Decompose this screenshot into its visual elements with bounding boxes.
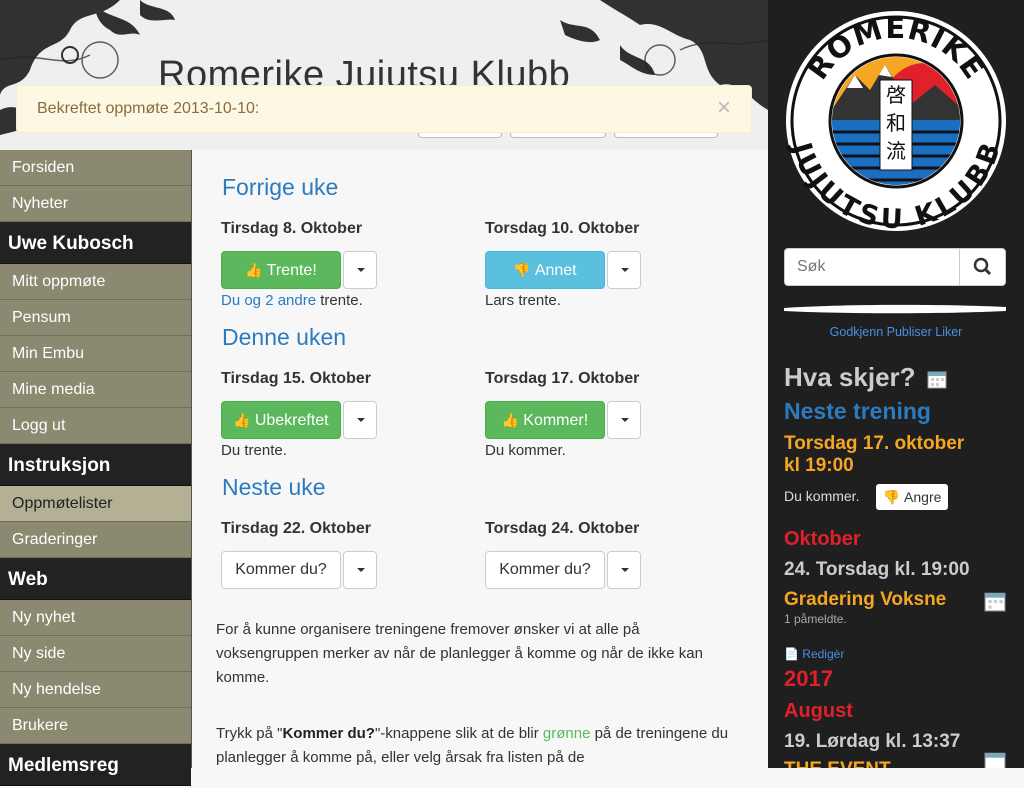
text-bold: Kommer du? — [282, 725, 375, 742]
info-paragraph: Trykk på "Kommer du?"-knappene slik at d… — [216, 722, 746, 770]
dropdown-toggle[interactable] — [607, 551, 641, 589]
calendar-icon[interactable] — [984, 750, 1006, 768]
confirmation-alert: Bekreftet oppmøte 2013-10-10: × — [16, 85, 752, 133]
attendance-button[interactable]: Kommer du? — [485, 551, 605, 589]
club-logo[interactable]: 啓 和 流 ROMERIKE JUJUTSU KLUBB — [785, 10, 1007, 232]
dropdown-toggle[interactable] — [343, 551, 377, 589]
text-green: grønne — [542, 725, 591, 742]
sidebar-item-logg-ut[interactable]: Logg ut — [0, 408, 191, 444]
event-date: 19. Lørdag kl. 13:37 — [784, 731, 961, 752]
info-paragraph: For å kunne organisere treningene fremov… — [216, 621, 703, 686]
dropdown-toggle[interactable] — [607, 251, 641, 289]
sidebar-item-mitt-oppmote[interactable]: Mitt oppmøte — [0, 264, 191, 300]
logo-kanji: 啓 — [886, 83, 906, 107]
button-label: Trente! — [266, 262, 317, 279]
sidebar-item-forsiden[interactable]: Forsiden — [0, 150, 191, 186]
event-date: 24. Torsdag kl. 19:00 — [784, 559, 970, 580]
sidebar-item-ny-side[interactable]: Ny side — [0, 636, 191, 672]
attendees-link[interactable]: Du og 2 andre — [221, 292, 316, 309]
week-title: Forrige uke — [222, 174, 339, 200]
attendance-note: Du og 2 andre trente. — [221, 292, 363, 309]
attendance-note: Du kommer. — [485, 442, 566, 459]
calendar-icon[interactable] — [984, 590, 1006, 612]
sidebar-heading-web: Web — [0, 558, 191, 600]
day-label: Tirsdag 8. Oktober — [221, 220, 363, 237]
attendance-button[interactable]: 👍 Trente! — [221, 251, 341, 289]
alert-text: Bekreftet oppmøte 2013-10-10: — [37, 100, 260, 117]
sidebar-item-brukere[interactable]: Brukere — [0, 708, 191, 744]
sidebar-item-ny-nyhet[interactable]: Ny nyhet — [0, 600, 191, 636]
facebook-links[interactable]: Godkjenn Publiser Liker — [768, 325, 1024, 339]
button-label: Ubekreftet — [254, 412, 329, 429]
thumbs-up-icon: 👍 — [233, 412, 251, 428]
dropdown-toggle[interactable] — [607, 401, 641, 439]
day-label: Torsdag 10. Oktober — [485, 220, 640, 237]
event-signups: 1 påmeldte. — [784, 612, 847, 626]
brush-divider — [784, 304, 1006, 314]
month-heading: Oktober — [784, 528, 861, 550]
attendance-content: Forrige uke Tirsdag 8. Oktober Torsdag 1… — [192, 150, 768, 768]
week-title: Neste uke — [222, 474, 326, 500]
right-sidebar: 啓 和 流 ROMERIKE JUJUTSU KLUBB Godkjenn Pu… — [768, 0, 1024, 768]
logo-kanji: 流 — [886, 139, 906, 163]
thumbs-down-icon: 👎 — [882, 489, 901, 505]
attendance-status: Du kommer. — [784, 488, 860, 504]
day-label: Tirsdag 22. Oktober — [221, 520, 371, 537]
events-heading: Hva skjer? — [784, 362, 947, 393]
events-heading-text: Hva skjer? — [784, 362, 916, 392]
sidebar-heading-user: Uwe Kubosch — [0, 222, 191, 264]
calendar-icon[interactable] — [927, 369, 947, 389]
edit-link-text[interactable]: Redigèr — [802, 647, 844, 661]
day-label: Tirsdag 15. Oktober — [221, 370, 371, 387]
sidebar-item-min-embu[interactable]: Min Embu — [0, 336, 191, 372]
attendance-button[interactable]: 👎 Annet — [485, 251, 605, 289]
edit-link[interactable]: 📄 Redigèr — [784, 647, 844, 661]
thumbs-up-icon: 👍 — [501, 412, 520, 428]
search-input[interactable] — [785, 249, 961, 285]
thumbs-down-icon: 👎 — [513, 262, 531, 278]
text: "-knappene slik at de blir — [374, 725, 543, 742]
sidebar-item-ny-hendelse[interactable]: Ny hendelse — [0, 672, 191, 708]
sidebar-item-oppmotelister[interactable]: Oppmøtelister — [0, 486, 191, 522]
month-heading: August — [784, 700, 853, 722]
button-label: Annet — [534, 262, 577, 279]
next-training-heading: Neste trening — [784, 398, 931, 424]
event-title[interactable]: Gradering Voksne — [784, 589, 946, 611]
document-icon: 📄 — [784, 647, 799, 661]
search-box — [784, 248, 1006, 286]
undo-button[interactable]: 👎 Angre — [876, 484, 948, 510]
event-title[interactable]: THE EVENT — [784, 759, 891, 768]
attendance-button[interactable]: 👍 Ubekreftet — [221, 401, 341, 439]
button-label: Angre — [904, 489, 942, 505]
sidebar-heading-instruksjon: Instruksjon — [0, 444, 191, 486]
attendance-button[interactable]: Kommer du? — [221, 551, 341, 589]
sidebar-nav: Forsiden Nyheter Uwe Kubosch Mitt oppmøt… — [0, 150, 192, 786]
close-icon[interactable]: × — [717, 96, 731, 120]
dropdown-toggle[interactable] — [343, 251, 377, 289]
attendance-button[interactable]: 👍 Kommer! — [485, 401, 605, 439]
sidebar-heading-medlemsreg: Medlemsreg — [0, 744, 191, 786]
day-label: Torsdag 17. Oktober — [485, 370, 640, 387]
logo-kanji: 和 — [886, 111, 906, 135]
sidebar-item-graderinger[interactable]: Graderinger — [0, 522, 191, 558]
note-text: trente. — [316, 292, 363, 309]
next-training-date[interactable]: Torsdag 17. oktober kl 19:00 — [784, 433, 984, 477]
search-button[interactable] — [959, 249, 1005, 285]
day-label: Torsdag 24. Oktober — [485, 520, 640, 537]
search-icon — [973, 257, 992, 276]
thumbs-up-icon: 👍 — [245, 262, 263, 278]
attendance-note: Lars trente. — [485, 292, 561, 309]
year-heading: 2017 — [784, 666, 833, 691]
attendance-note: Du trente. — [221, 442, 287, 459]
sidebar-item-pensum[interactable]: Pensum — [0, 300, 191, 336]
dropdown-toggle[interactable] — [343, 401, 377, 439]
sidebar-item-nyheter[interactable]: Nyheter — [0, 186, 191, 222]
sidebar-item-mine-media[interactable]: Mine media — [0, 372, 191, 408]
week-title: Denne uken — [222, 324, 347, 350]
text: Trykk på " — [216, 725, 283, 742]
button-label: Kommer! — [523, 412, 589, 429]
